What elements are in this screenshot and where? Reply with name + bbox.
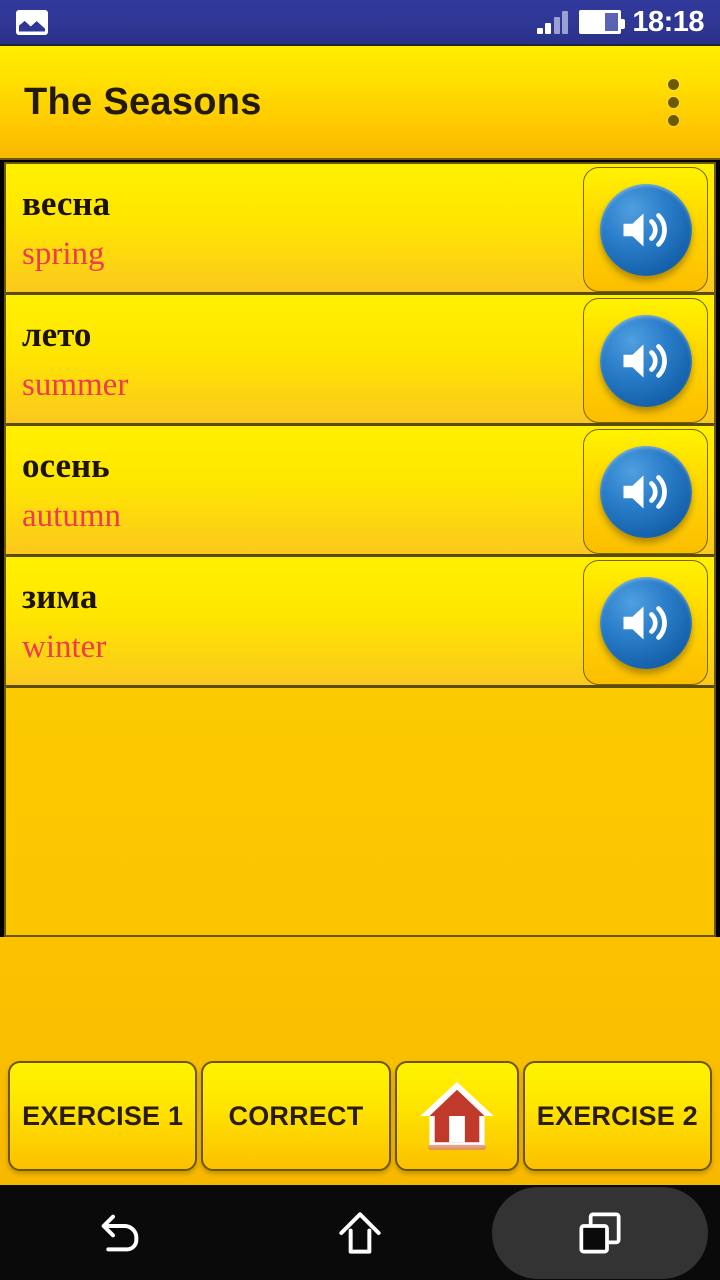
bottom-button-bar: EXERCISE 1 CORRECT EXERCISE 2 <box>8 1061 712 1171</box>
action-bar: The Seasons <box>0 46 720 160</box>
row-native-word: осень <box>22 446 110 486</box>
speaker-button[interactable] <box>583 429 708 554</box>
row-translation: winter <box>22 629 107 666</box>
speaker-volume-icon <box>599 576 692 669</box>
speaker-volume-icon <box>599 314 692 407</box>
home-button[interactable] <box>394 1061 519 1171</box>
speaker-volume-icon <box>599 183 692 276</box>
row-translation: spring <box>22 236 105 273</box>
row-native-word: лето <box>22 315 92 355</box>
speaker-button[interactable] <box>583 167 708 292</box>
house-icon <box>419 1081 494 1151</box>
row-native-word: весна <box>22 184 111 224</box>
status-bar-right: 18:18 <box>536 5 704 39</box>
table-row[interactable]: зима winter <box>6 557 714 688</box>
speaker-button[interactable] <box>583 560 708 685</box>
seasons-list: весна spring лето summer осень autumn зи… <box>4 162 716 937</box>
battery-icon <box>579 10 626 34</box>
nav-home-button[interactable] <box>240 1185 480 1280</box>
status-bar-clock: 18:18 <box>632 5 704 38</box>
image-screenshot-icon <box>16 9 48 35</box>
home-outline-icon <box>339 1211 381 1254</box>
nav-back-button[interactable] <box>0 1185 240 1280</box>
signal-bars-icon <box>536 10 569 34</box>
row-translation: summer <box>22 367 129 404</box>
exercise-2-button[interactable]: EXERCISE 2 <box>522 1061 712 1171</box>
row-native-word: зима <box>22 577 98 617</box>
overflow-menu-icon[interactable] <box>650 72 696 132</box>
nav-recents-button[interactable] <box>480 1185 720 1280</box>
status-bar: 18:18 <box>0 0 720 46</box>
bottom-area: EXERCISE 1 CORRECT EXERCISE 2 <box>0 937 720 1185</box>
exercise-1-button[interactable]: EXERCISE 1 <box>8 1061 198 1171</box>
back-arrow-icon <box>101 1214 139 1251</box>
correct-button[interactable]: CORRECT <box>201 1061 391 1171</box>
phone-screen: 18:18 The Seasons весна spring лето summ… <box>0 0 720 1280</box>
speaker-button[interactable] <box>583 298 708 423</box>
page-title: The Seasons <box>24 80 262 123</box>
table-row[interactable]: осень autumn <box>6 426 714 557</box>
table-row[interactable]: лето summer <box>6 295 714 426</box>
table-row[interactable]: весна spring <box>6 164 714 295</box>
system-navigation-bar <box>0 1185 720 1280</box>
recents-squares-icon <box>579 1211 621 1254</box>
speaker-volume-icon <box>599 445 692 538</box>
row-translation: autumn <box>22 498 121 535</box>
